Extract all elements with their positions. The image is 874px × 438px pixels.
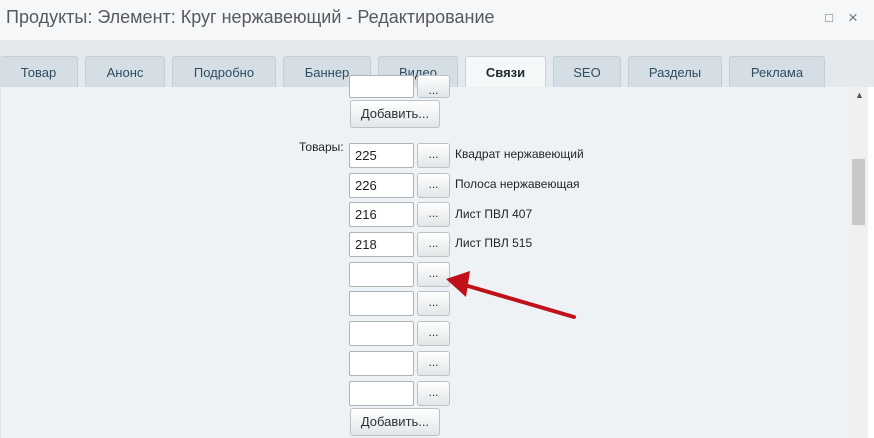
tab-razdely[interactable]: Разделы bbox=[628, 56, 722, 87]
window-right-edge bbox=[868, 87, 874, 438]
scroll-thumb[interactable] bbox=[852, 159, 865, 225]
product-id-input[interactable] bbox=[349, 321, 414, 346]
pick-button[interactable]: ... bbox=[417, 173, 450, 198]
pick-button[interactable]: ... bbox=[417, 321, 450, 346]
product-id-input[interactable]: 216 bbox=[349, 202, 414, 227]
pick-button[interactable]: ... bbox=[417, 351, 450, 376]
scroll-up-arrow-icon[interactable]: ▲ bbox=[851, 87, 868, 104]
links-panel: ... Добавить... Товары: 225 ... Квадрат … bbox=[0, 75, 852, 438]
pick-button[interactable]: ... bbox=[417, 202, 450, 227]
tab-tovar[interactable]: Товар bbox=[0, 56, 78, 87]
window-title: Продукты: Элемент: Круг нержавеющий - Ре… bbox=[6, 7, 495, 27]
tab-reklama[interactable]: Реклама bbox=[729, 56, 825, 87]
maximize-icon[interactable]: □ bbox=[822, 10, 836, 26]
tab-seo[interactable]: SEO bbox=[553, 56, 621, 87]
vertical-scrollbar[interactable]: ▲ bbox=[851, 87, 868, 438]
product-name: Лист ПВЛ 407 bbox=[455, 207, 533, 221]
prev-item-input[interactable] bbox=[349, 75, 414, 98]
product-id-input[interactable] bbox=[349, 351, 414, 376]
products-field-label: Товары: bbox=[299, 140, 344, 154]
pick-button[interactable]: ... bbox=[417, 262, 450, 287]
tab-podrobno[interactable]: Подробно bbox=[172, 56, 276, 87]
product-id-input[interactable]: 218 bbox=[349, 232, 414, 257]
product-id-input[interactable]: 225 bbox=[349, 143, 414, 168]
prev-item-pick-button[interactable]: ... bbox=[417, 75, 450, 98]
window-titlebar: Продукты: Элемент: Круг нержавеющий - Ре… bbox=[0, 0, 874, 41]
product-id-input[interactable] bbox=[349, 381, 414, 406]
product-id-input[interactable] bbox=[349, 262, 414, 287]
tab-svyazi[interactable]: Связи bbox=[465, 56, 546, 88]
product-name: Полоса нержавеющая bbox=[455, 177, 580, 191]
close-icon[interactable]: × bbox=[846, 9, 860, 26]
pick-button[interactable]: ... bbox=[417, 291, 450, 316]
add-button-bottom[interactable]: Добавить... bbox=[350, 408, 440, 436]
pick-button[interactable]: ... bbox=[417, 381, 450, 406]
tab-anons[interactable]: Анонс bbox=[85, 56, 165, 87]
pick-button[interactable]: ... bbox=[417, 232, 450, 257]
pick-button[interactable]: ... bbox=[417, 143, 450, 168]
product-id-input[interactable]: 226 bbox=[349, 173, 414, 198]
add-button-top[interactable]: Добавить... bbox=[350, 100, 440, 128]
product-name: Лист ПВЛ 515 bbox=[455, 236, 533, 250]
product-id-input[interactable] bbox=[349, 291, 414, 316]
product-name: Квадрат нержавеющий bbox=[455, 147, 584, 161]
